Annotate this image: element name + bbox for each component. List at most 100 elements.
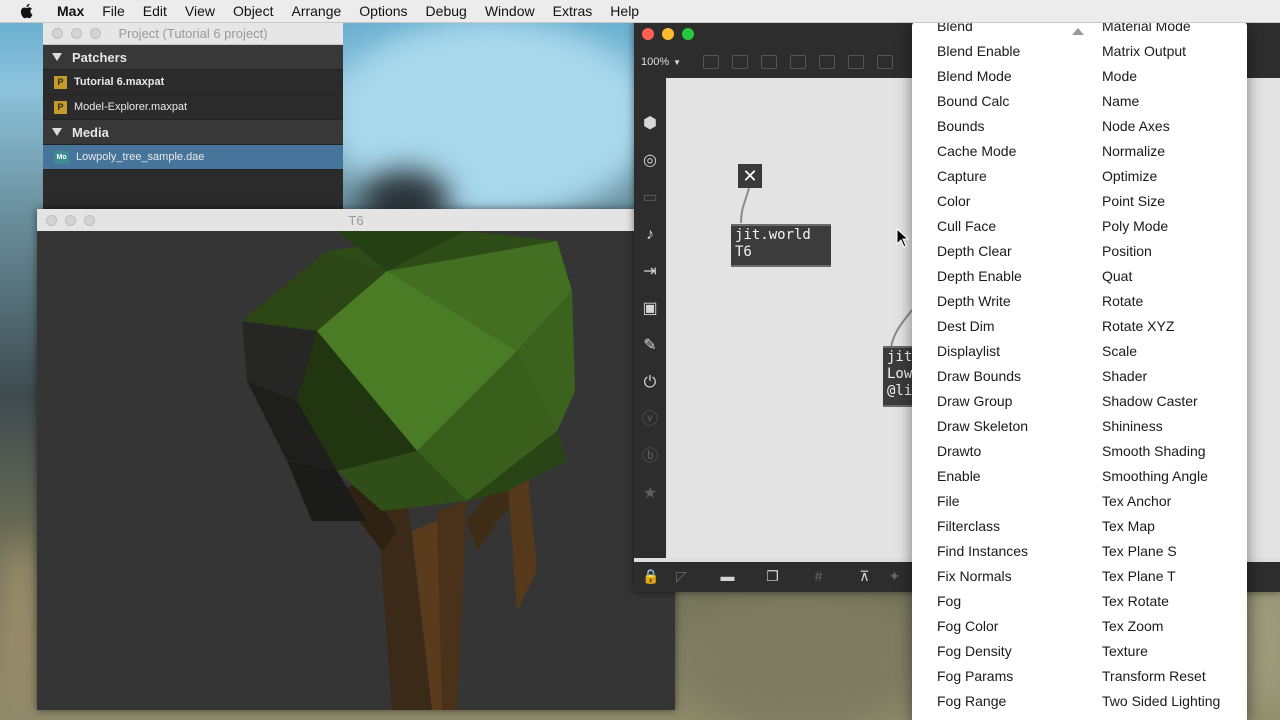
hierarchy-icon[interactable]: ⊼ (856, 568, 873, 585)
menu-item-node-axes[interactable]: Node Axes (1102, 118, 1170, 134)
file-row[interactable]: P Model-Explorer.maxpat (43, 95, 343, 120)
menu-item-two-sided-lighting[interactable]: Two Sided Lighting (1102, 693, 1220, 709)
menu-item-blend[interactable]: Blend (937, 22, 973, 34)
menu-item-point-size[interactable]: Point Size (1102, 193, 1165, 209)
music-note-icon[interactable]: ♪ (641, 226, 659, 244)
menu-item-depth-enable[interactable]: Depth Enable (937, 268, 1022, 284)
menu-extras[interactable]: Extras (544, 3, 602, 19)
menu-item-normalize[interactable]: Normalize (1102, 143, 1165, 159)
menu-item-tex-map[interactable]: Tex Map (1102, 518, 1155, 534)
menu-help[interactable]: Help (601, 3, 648, 19)
slider-icon[interactable] (877, 55, 893, 69)
menu-item-material-mode[interactable]: Material Mode (1102, 22, 1191, 34)
menu-item-matrix-output[interactable]: Matrix Output (1102, 43, 1186, 59)
star-icon[interactable]: ★ (641, 485, 659, 503)
plug-icon[interactable]: ⏻ (641, 374, 659, 392)
menu-item-draw-skeleton[interactable]: Draw Skeleton (937, 418, 1028, 434)
menu-item-name[interactable]: Name (1102, 93, 1139, 109)
project-titlebar[interactable]: Project (Tutorial 6 project) (43, 22, 343, 45)
menu-item-fog-color[interactable]: Fog Color (937, 618, 998, 634)
menu-item-draw-bounds[interactable]: Draw Bounds (937, 368, 1021, 384)
menu-item-mode[interactable]: Mode (1102, 68, 1137, 84)
zoom-button[interactable] (682, 28, 694, 40)
menu-item-cull-face[interactable]: Cull Face (937, 218, 996, 234)
menu-item-rotate[interactable]: Rotate (1102, 293, 1143, 309)
file-row[interactable]: P Tutorial 6.maxpat (43, 70, 343, 95)
menu-item-scale[interactable]: Scale (1102, 343, 1137, 359)
presentation-mode-icon[interactable]: ▬ (719, 568, 736, 585)
menu-item-tex-zoom[interactable]: Tex Zoom (1102, 618, 1163, 634)
menu-debug[interactable]: Debug (417, 3, 476, 19)
menu-item-blend-mode[interactable]: Blend Mode (937, 68, 1012, 84)
menu-max[interactable]: Max (48, 3, 93, 19)
menu-item-rotate-xyz[interactable]: Rotate XYZ (1102, 318, 1174, 334)
menu-arrange[interactable]: Arrange (282, 3, 350, 19)
menu-item-fog-density[interactable]: Fog Density (937, 643, 1012, 659)
menu-item-transform-reset[interactable]: Transform Reset (1102, 668, 1206, 684)
number-icon[interactable] (819, 55, 835, 69)
b-circle-icon[interactable]: ⓑ (641, 448, 659, 466)
disclosure-triangle-icon[interactable] (52, 53, 62, 61)
menu-item-texture[interactable]: Texture (1102, 643, 1148, 659)
menu-item-enable[interactable]: Enable (937, 468, 981, 484)
menu-item-depth-clear[interactable]: Depth Clear (937, 243, 1012, 259)
menu-item-cache-mode[interactable]: Cache Mode (937, 143, 1016, 159)
select-icon[interactable]: ◸ (673, 568, 690, 585)
menu-edit[interactable]: Edit (134, 3, 176, 19)
v-circle-icon[interactable]: ⓥ (641, 411, 659, 429)
zoom-menu[interactable]: 100% ▼ (641, 56, 703, 68)
menu-item-tex-anchor[interactable]: Tex Anchor (1102, 493, 1171, 509)
minimize-button[interactable] (662, 28, 674, 40)
image-icon[interactable]: ▣ (641, 300, 659, 318)
windows-icon[interactable]: ❐ (764, 568, 781, 585)
comment-icon[interactable] (732, 55, 748, 69)
object-cube-icon[interactable]: ⬢ (641, 115, 659, 133)
menu-view[interactable]: View (176, 3, 224, 19)
menu-item-displaylist[interactable]: Displaylist (937, 343, 1000, 359)
menu-item-fog-params[interactable]: Fog Params (937, 668, 1013, 684)
menu-item-smooth-shading[interactable]: Smooth Shading (1102, 443, 1206, 459)
menu-item-blend-enable[interactable]: Blend Enable (937, 43, 1020, 59)
close-button[interactable] (52, 27, 63, 39)
menu-item-tex-plane-s[interactable]: Tex Plane S (1102, 543, 1177, 559)
menu-item-fog-range[interactable]: Fog Range (937, 693, 1006, 709)
menu-item-color[interactable]: Color (937, 193, 970, 209)
message-icon[interactable] (761, 55, 777, 69)
menu-item-find-instances[interactable]: Find Instances (937, 543, 1028, 559)
zoom-button[interactable] (84, 214, 95, 226)
sequence-icon[interactable]: ⇥ (641, 263, 659, 281)
menu-item-fog[interactable]: Fog (937, 593, 961, 609)
menu-item-file[interactable]: File (937, 493, 960, 509)
menu-item-shader[interactable]: Shader (1102, 368, 1147, 384)
close-button[interactable] (46, 214, 57, 226)
menu-item-filterclass[interactable]: Filterclass (937, 518, 1000, 534)
menu-window[interactable]: Window (476, 3, 544, 19)
menu-item-draw-group[interactable]: Draw Group (937, 393, 1012, 409)
menu-item-quat[interactable]: Quat (1102, 268, 1132, 284)
section-media[interactable]: Media (43, 120, 343, 145)
button-icon[interactable] (848, 55, 864, 69)
menu-file[interactable]: File (93, 3, 134, 19)
lock-icon[interactable]: 🔒 (642, 568, 659, 585)
menu-item-drawto[interactable]: Drawto (937, 443, 981, 459)
grid-icon[interactable]: # (810, 568, 827, 585)
scroll-up-arrow-icon[interactable] (1072, 28, 1084, 35)
menu-item-dest-dim[interactable]: Dest Dim (937, 318, 995, 334)
menu-object[interactable]: Object (224, 3, 282, 19)
menu-item-fix-normals[interactable]: Fix Normals (937, 568, 1012, 584)
file-row-selected[interactable]: Mo Lowpoly_tree_sample.dae (43, 145, 343, 170)
toggle-icon[interactable] (790, 55, 806, 69)
paperclip-icon[interactable]: ✎ (641, 337, 659, 355)
menu-options[interactable]: Options (350, 3, 416, 19)
menu-item-depth-write[interactable]: Depth Write (937, 293, 1011, 309)
film-icon[interactable]: ▭ (641, 189, 659, 207)
minimize-button[interactable] (71, 27, 82, 39)
section-patchers[interactable]: Patchers (43, 45, 343, 70)
toggle-close-object[interactable]: ✕ (738, 164, 762, 188)
jit-world-object[interactable]: jit.world T6 (731, 224, 831, 267)
menu-item-position[interactable]: Position (1102, 243, 1152, 259)
record-icon[interactable]: ◎ (641, 152, 659, 170)
menu-item-bounds[interactable]: Bounds (937, 118, 984, 134)
menu-item-capture[interactable]: Capture (937, 168, 987, 184)
wand-icon[interactable]: ✦ (886, 568, 903, 585)
